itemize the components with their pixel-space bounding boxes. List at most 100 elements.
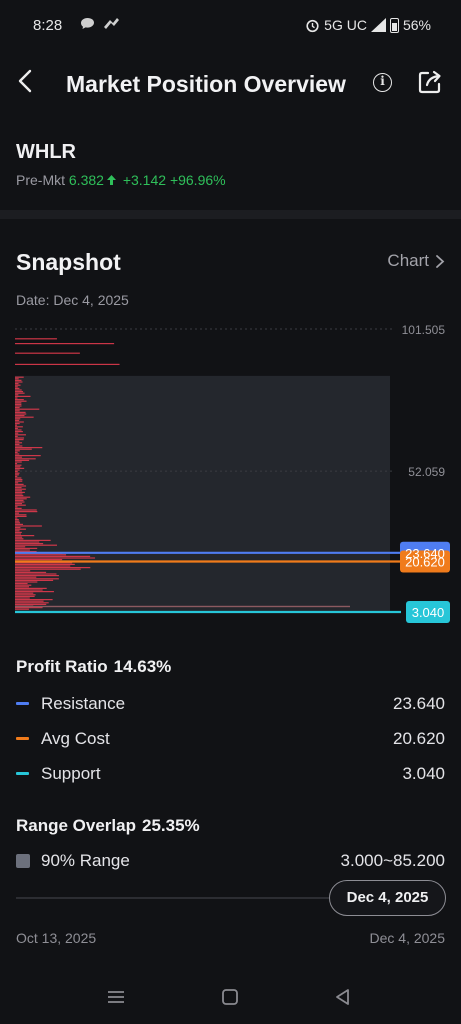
distribution-bar [15,533,22,535]
notification-icons [80,17,120,32]
distribution-bar [15,403,22,405]
distribution-bar [15,445,23,447]
distribution-bar [15,424,18,426]
distribution-bar [15,432,19,434]
distribution-bar [15,515,27,517]
distribution-bar [15,392,25,394]
chevron-left-icon [18,69,32,93]
chart-link[interactable]: Chart [387,251,445,271]
distribution-bar [15,559,63,561]
chart-link-label: Chart [387,251,429,270]
distribution-bar [15,578,59,580]
snapshot-date: Date: Dec 4, 2025 [16,292,129,308]
distribution-bar [15,519,19,521]
distribution-bar [15,509,37,511]
bird-icon [103,18,119,29]
status-time: 8:28 [33,17,63,34]
distribution-bar [15,475,18,477]
distribution-bar [15,512,20,514]
distribution-bar [15,419,20,421]
distribution-bar [15,429,22,431]
distribution-bar [15,523,23,525]
distribution-bar [15,418,21,420]
distribution-bar [15,415,25,417]
distribution-bar [15,480,23,482]
distribution-bar [15,597,30,599]
distribution-bar [15,467,25,469]
distribution-bar [15,379,22,381]
battery-icon [389,17,399,33]
distribution-bar [15,387,20,389]
nav-back-button[interactable] [330,986,356,1008]
distribution-bar [15,450,20,452]
distribution-bar [15,539,51,541]
distribution-bar [15,482,19,484]
range-90-band [15,375,390,613]
distribution-bar [15,531,22,533]
distribution-bar [15,394,19,396]
share-button[interactable] [416,68,444,96]
distribution-bar [15,600,44,602]
snapshot-title: Snapshot [16,249,121,275]
resistance-row: Resistance 23.640 [16,692,445,716]
distribution-bar [15,557,96,559]
chevron-right-icon [436,254,445,268]
distribution-bar [15,575,59,577]
distribution-bar [15,571,47,573]
distribution-bar [15,547,38,549]
distribution-bar [15,451,18,453]
marker-tag-label: 3.040 [412,605,445,620]
distribution-bar [15,495,24,497]
distribution-bar [15,408,40,410]
avg-cost-value: 20.620 [393,729,445,748]
distribution-bar [15,378,19,380]
share-icon [418,70,441,94]
resistance-value: 23.640 [393,694,445,713]
distribution-bar [15,376,24,378]
distribution-bar [15,455,41,457]
back-triangle-icon [336,989,349,1005]
distribution-bar [15,386,18,388]
distribution-bar [15,405,22,407]
distribution-bar [15,389,22,391]
distribution-bar [15,391,24,393]
distribution-bar [15,576,37,578]
date-slider-thumb[interactable]: Dec 4, 2025 [329,880,446,916]
distribution-bar [15,591,54,593]
distribution-bar [15,402,22,404]
distribution-bar [15,483,24,485]
slider-start-date: Oct 13, 2025 [16,930,97,946]
avg-cost-label: Avg Cost [41,729,110,748]
alarm-icon [306,19,319,32]
distribution-bar [15,453,20,455]
distribution-bar [15,595,35,597]
ticker-block: WHLR Pre-Mkt 6.382 +3.142 +96.96% [16,141,226,188]
distribution-bar [15,493,23,495]
distribution-bar [15,448,32,450]
range-90-label: 90% Range [41,851,130,870]
section-divider [0,210,461,219]
distribution-bar [15,504,26,506]
info-icon[interactable]: i [373,73,392,92]
distribution-bar [15,565,71,567]
distribution-bar [15,435,18,437]
date-slider-track[interactable] [16,897,346,899]
distribution-bar [15,490,22,492]
distribution-bar [15,589,43,591]
distribution-bar [15,602,49,604]
avg-cost-row: Avg Cost 20.620 [16,727,445,751]
back-button[interactable] [12,66,40,96]
distribution-bar [15,536,23,538]
distribution-bar [15,563,75,565]
distribution-bar [15,503,23,505]
recent-apps-button[interactable] [103,986,129,1008]
distribution-bar [15,423,20,425]
distribution-bar [15,427,18,429]
distribution-bar [15,520,20,522]
distribution-bar [15,463,18,465]
home-button[interactable] [217,986,243,1008]
distribution-bar [15,458,36,460]
distribution-bar [15,442,23,444]
arrow-up-icon [106,175,116,185]
system-nav-bar [0,975,461,1024]
